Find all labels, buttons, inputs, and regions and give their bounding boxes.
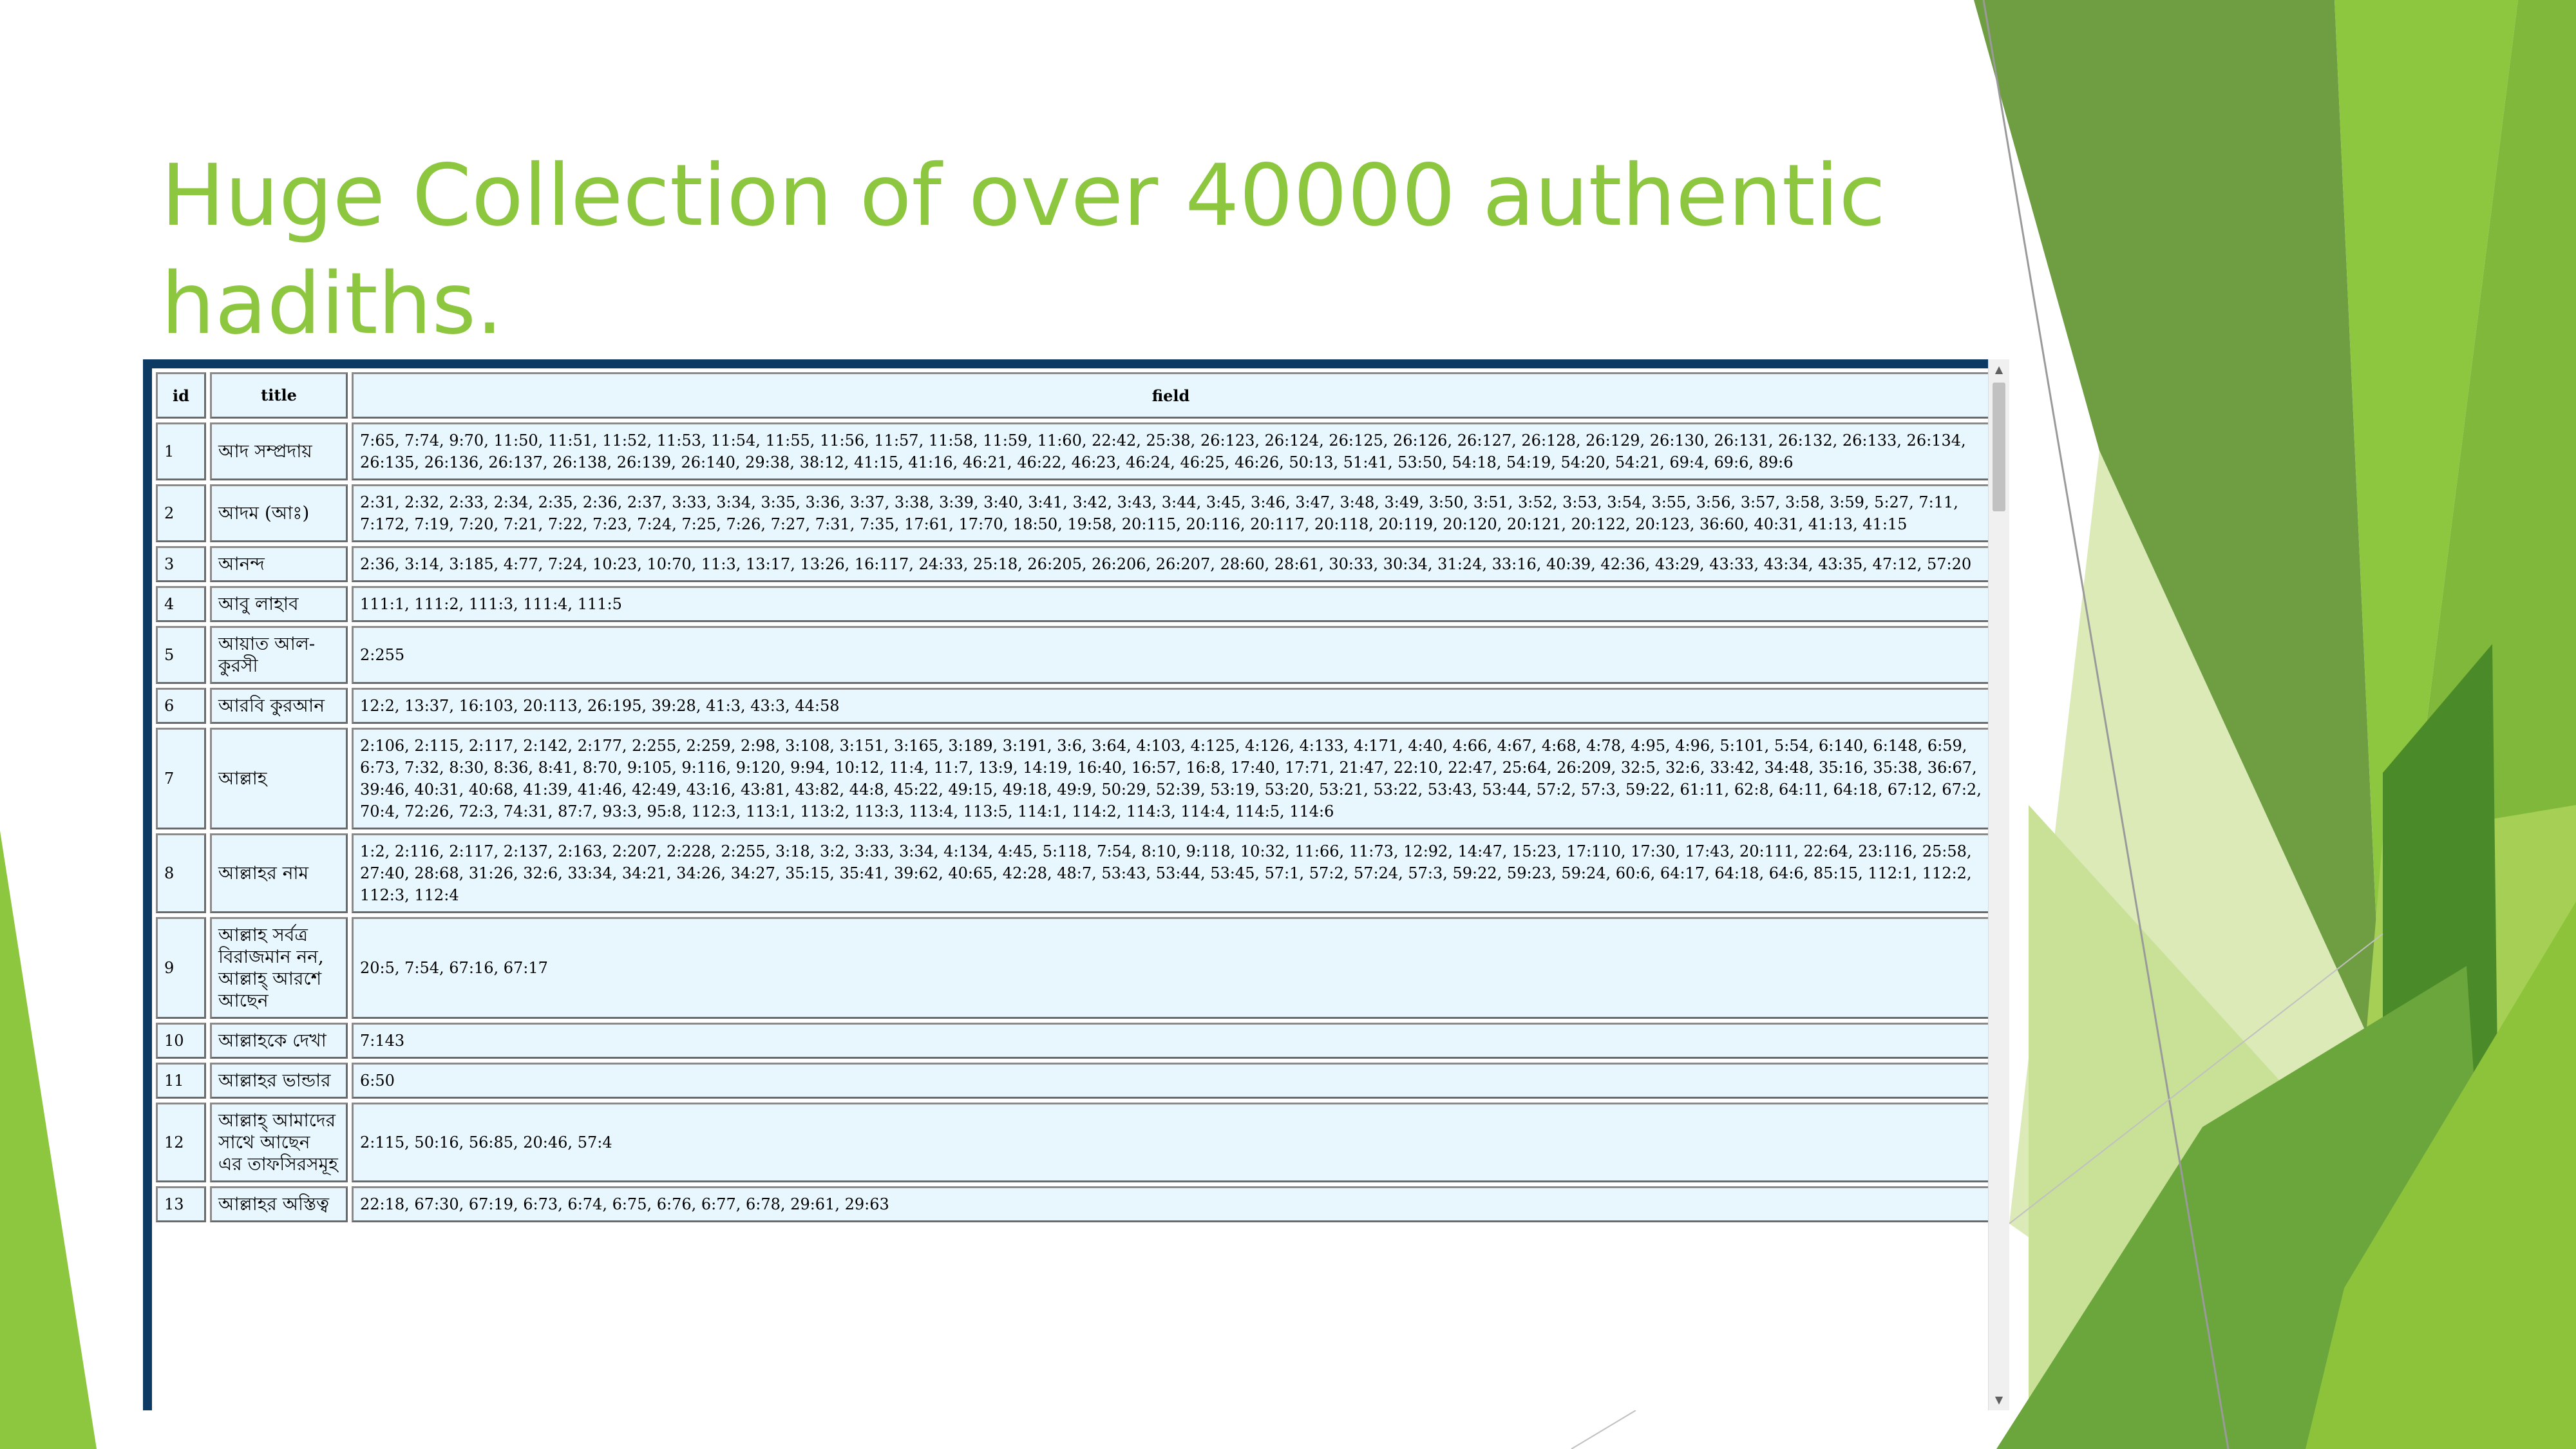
data-grid-viewport[interactable]: id title field 1 আদ সম্প্রদায় 7:65, 7:7… bbox=[152, 368, 1988, 1410]
cell-field: 2:115, 50:16, 56:85, 20:46, 57:4 bbox=[352, 1103, 1988, 1182]
table-row[interactable]: 5 আয়াত আল-কুরসী 2:255 bbox=[156, 626, 1988, 684]
table-header-row: id title field bbox=[156, 372, 1988, 419]
slide-title-line2: hadiths. bbox=[161, 254, 504, 354]
cell-id: 3 bbox=[156, 546, 206, 582]
cell-title: আল্লাহ্ আমাদের সাথে আছেন এর তাফসিরসমূহ bbox=[210, 1103, 348, 1182]
slide-title-line1: Huge Collection of over 40000 authentic bbox=[161, 146, 1886, 245]
table-row[interactable]: 13 আল্লাহর অস্তিত্ব 22:18, 67:30, 67:19,… bbox=[156, 1186, 1988, 1222]
cell-title: আদম (আঃ) bbox=[210, 484, 348, 542]
cell-field: 12:2, 13:37, 16:103, 20:113, 26:195, 39:… bbox=[352, 688, 1988, 724]
cell-field: 20:5, 7:54, 67:16, 67:17 bbox=[352, 917, 1988, 1019]
cell-title: আল্লাহর অস্তিত্ব bbox=[210, 1186, 348, 1222]
table-row[interactable]: 3 আনন্দ 2:36, 3:14, 3:185, 4:77, 7:24, 1… bbox=[156, 546, 1988, 582]
cell-field: 111:1, 111:2, 111:3, 111:4, 111:5 bbox=[352, 586, 1988, 622]
cell-field: 7:143 bbox=[352, 1023, 1988, 1059]
cell-field: 22:18, 67:30, 67:19, 6:73, 6:74, 6:75, 6… bbox=[352, 1186, 1988, 1222]
cell-id: 7 bbox=[156, 728, 206, 829]
cell-field: 2:36, 3:14, 3:185, 4:77, 7:24, 10:23, 10… bbox=[352, 546, 1988, 582]
column-header-field[interactable]: field bbox=[352, 372, 1988, 419]
cell-id: 4 bbox=[156, 586, 206, 622]
scrollbar-thumb[interactable] bbox=[1993, 383, 2005, 511]
table-row[interactable]: 11 আল্লাহর ভান্ডার 6:50 bbox=[156, 1063, 1988, 1099]
cell-field: 2:31, 2:32, 2:33, 2:34, 2:35, 2:36, 2:37… bbox=[352, 484, 1988, 542]
cell-id: 11 bbox=[156, 1063, 206, 1099]
slide-title: Huge Collection of over 40000 authentic … bbox=[161, 142, 1932, 358]
cell-title: আল্লাহর ভান্ডার bbox=[210, 1063, 348, 1099]
cell-title: আনন্দ bbox=[210, 546, 348, 582]
cell-title: আল্লাহ bbox=[210, 728, 348, 829]
cell-field: 7:65, 7:74, 9:70, 11:50, 11:51, 11:52, 1… bbox=[352, 422, 1988, 480]
table-row[interactable]: 2 আদম (আঃ) 2:31, 2:32, 2:33, 2:34, 2:35,… bbox=[156, 484, 1988, 542]
cell-field: 2:106, 2:115, 2:117, 2:142, 2:177, 2:255… bbox=[352, 728, 1988, 829]
cell-title: আয়াত আল-কুরসী bbox=[210, 626, 348, 684]
cell-field: 1:2, 2:116, 2:117, 2:137, 2:163, 2:207, … bbox=[352, 833, 1988, 913]
table-row[interactable]: 7 আল্লাহ 2:106, 2:115, 2:117, 2:142, 2:1… bbox=[156, 728, 1988, 829]
table-row[interactable]: 6 আরবি কুরআন 12:2, 13:37, 16:103, 20:113… bbox=[156, 688, 1988, 724]
cell-id: 12 bbox=[156, 1103, 206, 1182]
cell-id: 13 bbox=[156, 1186, 206, 1222]
cell-title: আদ সম্প্রদায় bbox=[210, 422, 348, 480]
column-header-title[interactable]: title bbox=[210, 372, 348, 419]
table-row[interactable]: 1 আদ সম্প্রদায় 7:65, 7:74, 9:70, 11:50,… bbox=[156, 422, 1988, 480]
table-row[interactable]: 12 আল্লাহ্ আমাদের সাথে আছেন এর তাফসিরসমূ… bbox=[156, 1103, 1988, 1182]
cell-title: আরবি কুরআন bbox=[210, 688, 348, 724]
cell-id: 1 bbox=[156, 422, 206, 480]
cell-id: 9 bbox=[156, 917, 206, 1019]
cell-field: 6:50 bbox=[352, 1063, 1988, 1099]
cell-id: 2 bbox=[156, 484, 206, 542]
vertical-scrollbar[interactable]: ▲ ▼ bbox=[1988, 359, 2009, 1410]
cell-id: 5 bbox=[156, 626, 206, 684]
cell-title: আল্লাহকে দেখা bbox=[210, 1023, 348, 1059]
cell-title: আল্লাহ সর্বত্র বিরাজমান নন, আল্লাহ্ আরশে… bbox=[210, 917, 348, 1019]
table-row[interactable]: 9 আল্লাহ সর্বত্র বিরাজমান নন, আল্লাহ্ আর… bbox=[156, 917, 1988, 1019]
scroll-up-arrow-icon[interactable]: ▲ bbox=[1989, 361, 2009, 379]
table-row[interactable]: 4 আবু লাহাব 111:1, 111:2, 111:3, 111:4, … bbox=[156, 586, 1988, 622]
column-header-id[interactable]: id bbox=[156, 372, 206, 419]
cell-id: 8 bbox=[156, 833, 206, 913]
data-grid-frame: id title field 1 আদ সম্প্রদায় 7:65, 7:7… bbox=[143, 359, 1988, 1410]
cell-title: আল্লাহর নাম bbox=[210, 833, 348, 913]
scroll-down-arrow-icon[interactable]: ▼ bbox=[1989, 1391, 2009, 1409]
table-row[interactable]: 10 আল্লাহকে দেখা 7:143 bbox=[156, 1023, 1988, 1059]
cell-field: 2:255 bbox=[352, 626, 1988, 684]
cell-id: 6 bbox=[156, 688, 206, 724]
hadith-table: id title field 1 আদ সম্প্রদায় 7:65, 7:7… bbox=[152, 368, 1988, 1226]
cell-id: 10 bbox=[156, 1023, 206, 1059]
cell-title: আবু লাহাব bbox=[210, 586, 348, 622]
table-row[interactable]: 8 আল্লাহর নাম 1:2, 2:116, 2:117, 2:137, … bbox=[156, 833, 1988, 913]
